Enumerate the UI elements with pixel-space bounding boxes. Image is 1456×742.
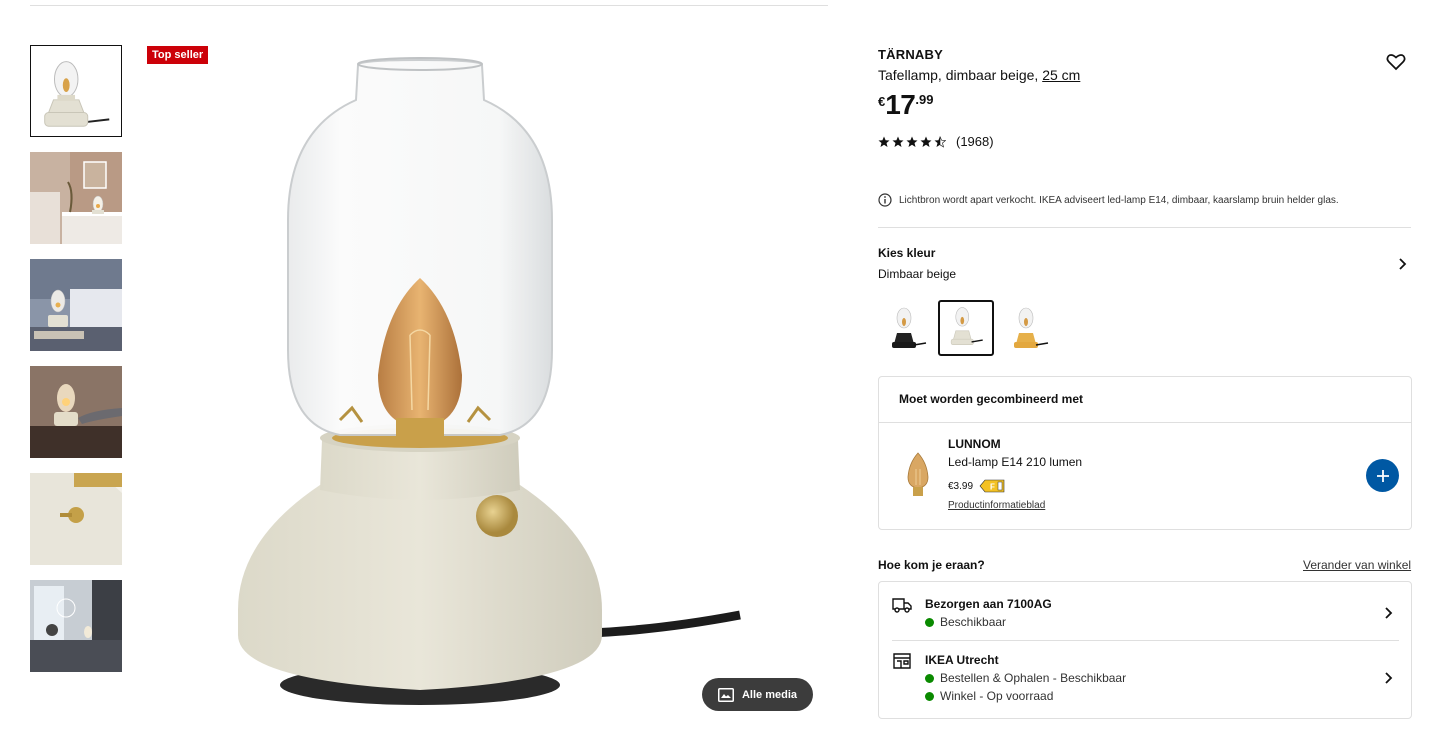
thumbnail-1[interactable]: [30, 45, 122, 137]
delivery-options-panel: Bezorgen aan 7100AG Beschikbaar IKEA Utr…: [878, 581, 1412, 719]
combine-with-panel: Moet worden gecombineerd met LUNNOM Led-…: [878, 376, 1412, 530]
heart-icon[interactable]: [1386, 52, 1406, 72]
product-description: Tafellamp, dimbaar beige, 25 cm: [878, 67, 1080, 83]
store-icon: [893, 653, 911, 669]
thumbnail-3[interactable]: [30, 259, 122, 351]
combine-price: €3.99: [948, 480, 974, 492]
star-icon: [906, 136, 918, 147]
all-media-label: Alle media: [741, 688, 798, 701]
store-status-1: Bestellen & Ophalen - Beschikbaar: [925, 671, 1126, 685]
rating[interactable]: (1968): [878, 134, 994, 149]
thumbnail-6[interactable]: [30, 580, 122, 672]
chevron-right-icon[interactable]: [1381, 671, 1395, 685]
info-icon: [878, 193, 892, 207]
gallery-icon: [717, 687, 734, 702]
product-size-link[interactable]: 25 cm: [1042, 67, 1080, 83]
store-title[interactable]: IKEA Utrecht: [925, 653, 999, 667]
product-info-sheet-link[interactable]: Productinformatieblad: [948, 500, 1045, 511]
color-heading: Kies kleur: [878, 246, 936, 260]
combine-divider: [879, 422, 1411, 423]
light-source-notice: Lichtbron wordt apart verkocht. IKEA adv…: [878, 193, 1339, 207]
top-seller-badge: Top seller: [147, 46, 209, 64]
delivery-divider: [892, 640, 1399, 641]
energy-label-icon[interactable]: F: [979, 479, 1005, 493]
product-description-text: Tafellamp, dimbaar beige,: [878, 67, 1043, 83]
half-star-icon: [934, 135, 946, 148]
store-status-2-text: Winkel - Op voorraad: [940, 689, 1054, 703]
available-dot: [925, 673, 934, 683]
ship-status-text: Beschikbaar: [940, 615, 1007, 629]
star-icon: [878, 136, 890, 147]
notice-text: Lichtbron wordt apart verkocht. IKEA adv…: [899, 194, 1339, 206]
price-integer: 17: [885, 89, 916, 120]
combine-product-name[interactable]: LUNNOM: [948, 437, 1001, 451]
chevron-right-icon[interactable]: [1381, 606, 1395, 620]
thumbnail-2[interactable]: [30, 152, 122, 244]
change-store-link[interactable]: Verander van winkel: [1303, 558, 1411, 572]
delivery-ship-status: Beschikbaar: [925, 615, 1006, 629]
main-product-image: [200, 40, 800, 730]
selected-color: Dimbaar beige: [878, 267, 957, 281]
plus-icon: [1376, 469, 1389, 482]
store-status-2: Winkel - Op voorraad: [925, 689, 1053, 703]
star-icon: [920, 136, 932, 147]
delivery-heading: Hoe kom je eraan?: [878, 558, 985, 572]
price-decimals: .99: [915, 92, 934, 107]
color-swatch-black[interactable]: [878, 300, 934, 356]
all-media-button[interactable]: Alle media: [702, 678, 813, 711]
available-dot: [925, 617, 934, 627]
combine-product-desc: Led-lamp E14 210 lumen: [948, 455, 1083, 469]
color-swatch-yellow[interactable]: [1000, 300, 1056, 356]
review-count: (1968): [956, 134, 994, 149]
add-to-cart-button[interactable]: [1366, 459, 1399, 492]
chevron-right-icon[interactable]: [1395, 257, 1409, 271]
in-stock-dot: [925, 691, 934, 701]
thumbnail-4[interactable]: [30, 366, 122, 458]
energy-class: F: [990, 483, 995, 492]
delivery-ship-title[interactable]: Bezorgen aan 7100AG: [925, 597, 1052, 611]
combine-heading: Moet worden gecombineerd met: [899, 392, 1084, 406]
thumbnail-5[interactable]: [30, 473, 122, 565]
truck-icon: [892, 598, 912, 613]
combine-price-row: €3.99 F: [948, 479, 1005, 493]
product-price: € 17 .99: [878, 88, 933, 122]
led-bulb-image: [907, 452, 929, 496]
store-status-1-text: Bestellen & Ophalen - Beschikbaar: [940, 671, 1127, 685]
rating-stars: [878, 135, 946, 148]
top-divider: [30, 5, 828, 6]
color-swatch-beige[interactable]: [938, 300, 994, 356]
star-icon: [892, 136, 904, 147]
section-divider: [878, 227, 1411, 228]
product-name: TÄRNABY: [878, 47, 943, 62]
price-currency: €: [878, 94, 886, 109]
